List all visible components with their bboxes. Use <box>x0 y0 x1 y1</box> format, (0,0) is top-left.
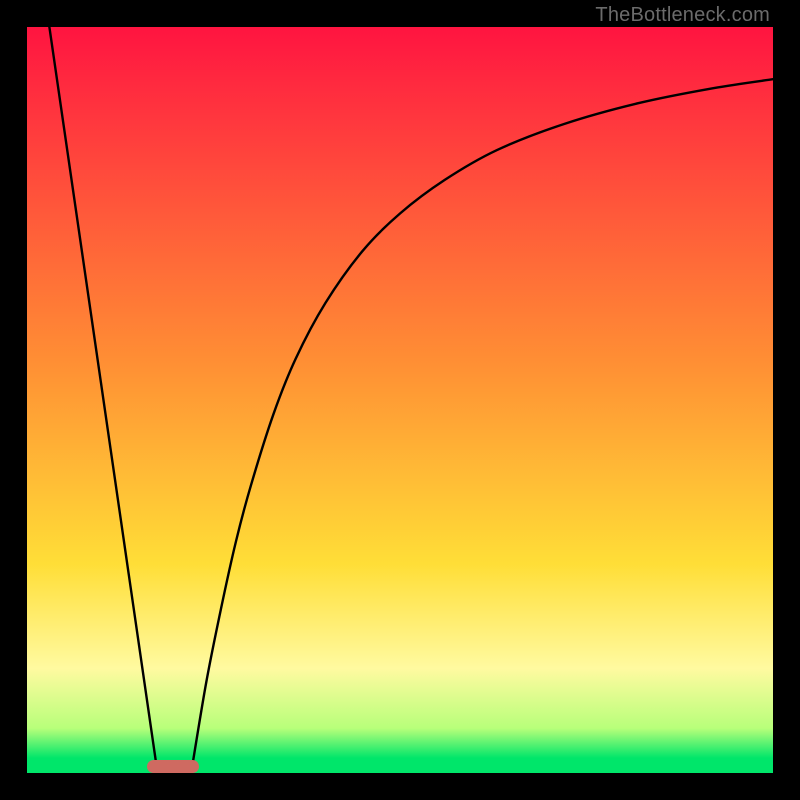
chart-frame: TheBottleneck.com <box>0 0 800 800</box>
watermark-text: TheBottleneck.com <box>595 4 770 27</box>
plot-area <box>27 27 773 773</box>
target-range-bar <box>147 760 199 773</box>
bottleneck-curve <box>27 27 773 773</box>
